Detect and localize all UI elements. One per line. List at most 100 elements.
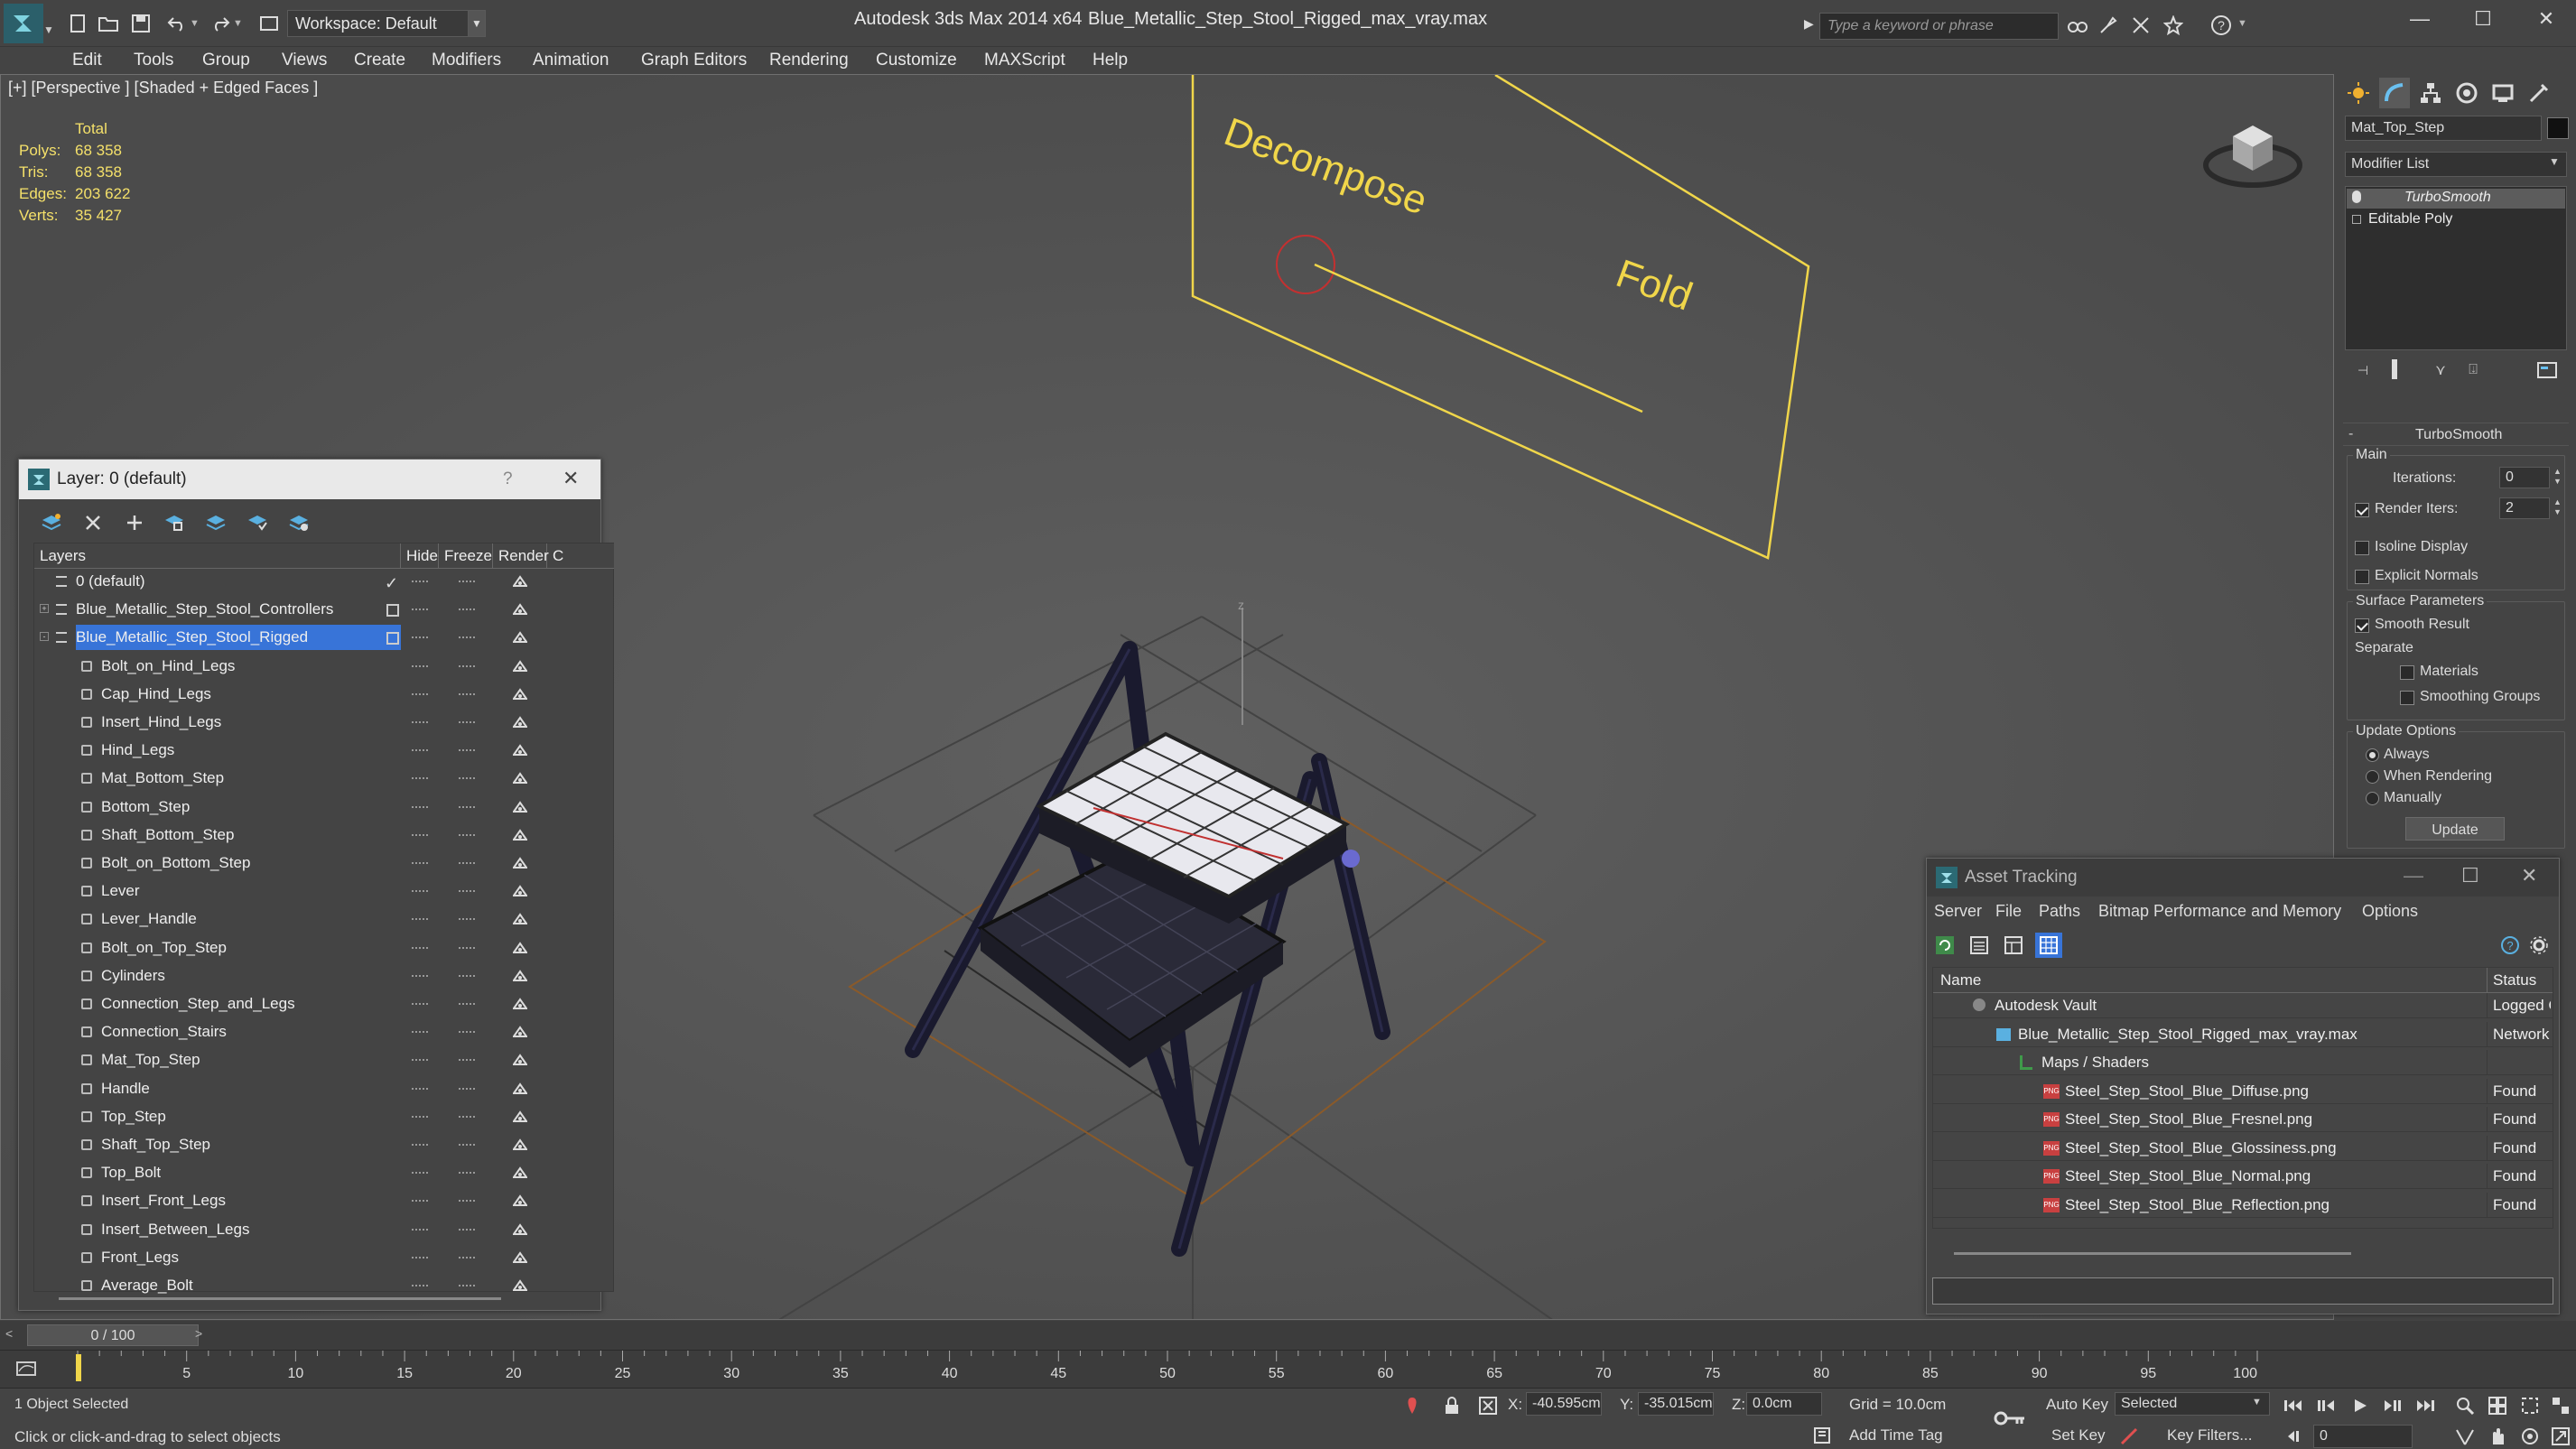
render-teapot-icon[interactable] xyxy=(513,1279,527,1292)
stack-item-editable-poly[interactable]: Editable Poly xyxy=(2347,210,2565,230)
redo-dropdown-icon[interactable]: ▼ xyxy=(233,18,243,29)
hide-toggle[interactable] xyxy=(412,805,428,808)
favorites-star-icon[interactable] xyxy=(2162,13,2185,38)
show-end-result-icon[interactable] xyxy=(2392,359,2397,379)
hide-toggle[interactable] xyxy=(412,721,428,723)
object-row[interactable]: Bolt_on_Top_Step xyxy=(34,935,614,961)
freeze-toggle[interactable] xyxy=(459,918,475,921)
render-teapot-icon[interactable] xyxy=(513,631,527,644)
freeze-toggle[interactable] xyxy=(459,1256,475,1259)
freeze-toggle[interactable] xyxy=(459,1087,475,1090)
column-layers[interactable]: Layers xyxy=(34,543,401,569)
render-teapot-icon[interactable] xyxy=(513,1110,527,1123)
render-teapot-icon[interactable] xyxy=(513,913,527,925)
hide-toggle[interactable] xyxy=(412,692,428,695)
zoom-extents-all-icon[interactable] xyxy=(2548,1394,2573,1417)
always-radio[interactable] xyxy=(2366,748,2379,762)
hide-toggle[interactable] xyxy=(412,1087,428,1090)
render-teapot-icon[interactable] xyxy=(513,716,527,729)
select-layer-icon[interactable] xyxy=(203,510,228,535)
selection-lock-icon[interactable] xyxy=(1441,1394,1463,1417)
time-slider-thumb[interactable]: 0 / 100 xyxy=(27,1324,199,1346)
object-row[interactable]: Handle xyxy=(34,1076,614,1101)
hierarchy-tab-icon[interactable] xyxy=(2415,78,2446,108)
when-rendering-radio[interactable] xyxy=(2366,770,2379,784)
render-teapot-icon[interactable] xyxy=(513,1166,527,1179)
object-color-swatch[interactable] xyxy=(2547,117,2569,139)
auto-key-button[interactable]: Auto Key xyxy=(2046,1396,2108,1414)
field-of-view-icon[interactable] xyxy=(2452,1425,2478,1448)
render-teapot-icon[interactable] xyxy=(513,744,527,757)
render-teapot-icon[interactable] xyxy=(513,688,527,701)
layer-explorer-close-button[interactable]: ✕ xyxy=(563,467,579,490)
next-frame-icon[interactable] xyxy=(2380,1394,2405,1417)
modify-tab-icon[interactable] xyxy=(2379,78,2410,108)
zoom-extents-icon[interactable] xyxy=(2517,1394,2543,1417)
freeze-toggle[interactable] xyxy=(459,974,475,977)
maximize-button[interactable]: ☐ xyxy=(2465,7,2501,33)
menu-create[interactable]: Create xyxy=(354,51,405,70)
selection-set-dropdown[interactable]: Selected xyxy=(2115,1392,2270,1416)
expand-toggle-icon[interactable]: - xyxy=(40,632,49,642)
set-key-button[interactable]: Set Key xyxy=(2051,1426,2106,1444)
layer-row[interactable]: - Blue_Metallic_Step_Stool_Rigged xyxy=(34,625,614,651)
freeze-toggle[interactable] xyxy=(459,1059,475,1062)
hide-toggle[interactable] xyxy=(412,1031,428,1034)
object-row[interactable]: Top_Step xyxy=(34,1104,614,1129)
asset-menu-server[interactable]: Server xyxy=(1934,902,1982,921)
menu-modifiers[interactable]: Modifiers xyxy=(432,51,501,70)
render-teapot-icon[interactable] xyxy=(513,575,527,588)
column-name[interactable]: Name xyxy=(1940,971,1981,989)
pan-view-icon[interactable] xyxy=(2485,1425,2510,1448)
render-teapot-icon[interactable] xyxy=(513,1251,527,1264)
object-row[interactable]: Shaft_Top_Step xyxy=(34,1132,614,1157)
object-row[interactable]: Insert_Hind_Legs xyxy=(34,710,614,735)
time-slider[interactable]: < 0 / 100 > xyxy=(0,1321,2576,1350)
freeze-toggle[interactable] xyxy=(459,664,475,667)
isoline-display-checkbox[interactable] xyxy=(2355,541,2369,555)
utilities-tab-icon[interactable] xyxy=(2524,78,2554,108)
column-status[interactable]: Status xyxy=(2493,971,2536,989)
hide-toggle[interactable] xyxy=(412,777,428,780)
time-slider-next-icon[interactable]: > xyxy=(195,1326,202,1341)
hide-toggle[interactable] xyxy=(412,1228,428,1231)
freeze-toggle[interactable] xyxy=(459,805,475,808)
smoothing-groups-checkbox[interactable] xyxy=(2400,691,2414,705)
render-teapot-icon[interactable] xyxy=(513,970,527,982)
minimize-button[interactable]: — xyxy=(2402,7,2438,33)
save-file-icon[interactable] xyxy=(128,12,153,35)
absolute-mode-icon[interactable] xyxy=(1477,1394,1499,1417)
new-file-icon[interactable] xyxy=(65,12,90,35)
render-iters-checkbox[interactable] xyxy=(2355,503,2369,517)
current-frame-field[interactable]: 0 xyxy=(2313,1425,2413,1448)
render-teapot-icon[interactable] xyxy=(513,1194,527,1207)
y-coordinate-field[interactable]: -35.015cm xyxy=(1638,1392,1714,1416)
redo-icon[interactable] xyxy=(208,12,233,35)
asset-row[interactable]: Autodesk Vault Logged O xyxy=(1933,993,2553,1018)
asset-row[interactable]: Maps / Shaders xyxy=(1933,1050,2553,1075)
object-row[interactable]: Top_Bolt xyxy=(34,1160,614,1185)
render-teapot-icon[interactable] xyxy=(513,1082,527,1095)
render-iters-spinner[interactable]: 2 xyxy=(2499,497,2550,519)
grid-view-icon[interactable] xyxy=(2035,933,2062,958)
viewport-label[interactable]: [+] [Perspective ] [Shaded + Edged Faces… xyxy=(8,79,318,98)
object-row[interactable]: Cap_Hind_Legs xyxy=(34,682,614,707)
object-row[interactable]: Front_Legs xyxy=(34,1245,614,1270)
asset-row[interactable]: PNG Steel_Step_Stool_Blue_Diffuse.png Foun… xyxy=(1933,1078,2553,1104)
object-row[interactable]: Bottom_Step xyxy=(34,794,614,820)
asset-help-icon[interactable]: ? xyxy=(2497,933,2523,958)
asset-settings-icon[interactable] xyxy=(2526,933,2552,958)
motion-tab-icon[interactable] xyxy=(2451,78,2482,108)
current-layer-check-icon[interactable]: ✓ xyxy=(385,571,398,596)
isolate-icon[interactable] xyxy=(1401,1394,1423,1417)
project-folder-icon[interactable] xyxy=(256,12,282,35)
set-current-layer-icon[interactable] xyxy=(245,510,270,535)
hide-toggle[interactable] xyxy=(412,749,428,752)
object-row[interactable]: Mat_Bottom_Step xyxy=(34,766,614,791)
select-objects-icon[interactable] xyxy=(162,510,187,535)
menu-graph-editors[interactable]: Graph Editors xyxy=(641,51,747,70)
render-iters-spinner-arrows-icon[interactable]: ▲ ▼ xyxy=(2553,497,2562,517)
freeze-toggle[interactable] xyxy=(459,636,475,639)
iterations-spinner-arrows-icon[interactable]: ▲ ▼ xyxy=(2553,467,2562,487)
asset-close-button[interactable]: ✕ xyxy=(2521,864,2537,887)
